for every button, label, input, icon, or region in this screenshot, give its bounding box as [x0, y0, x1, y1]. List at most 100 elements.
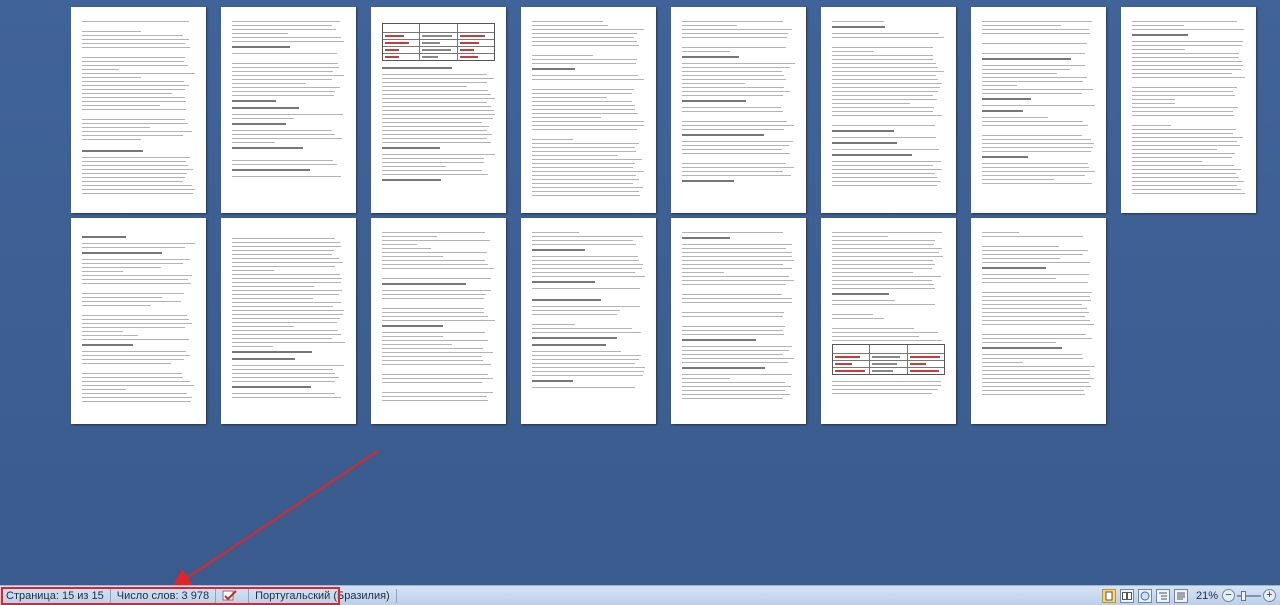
text-line [982, 324, 1094, 325]
page-thumbnail[interactable] [821, 218, 956, 424]
text-line [832, 328, 915, 329]
page-thumbnail[interactable] [521, 7, 656, 213]
zoom-slider[interactable] [1237, 589, 1261, 603]
text-line [232, 346, 273, 347]
text-line [1132, 57, 1240, 58]
page-thumbnail[interactable] [371, 218, 506, 424]
text-line [82, 381, 191, 382]
text-line [982, 286, 1095, 289]
page-table [832, 344, 945, 375]
text-line [82, 401, 191, 402]
text-line [832, 256, 943, 257]
page-thumbnail[interactable] [521, 218, 656, 424]
text-line [982, 129, 1095, 132]
text-line [382, 256, 443, 257]
text-line [982, 378, 1094, 379]
page-thumbnail[interactable] [221, 7, 356, 213]
text-line [832, 332, 939, 333]
print-layout-view-button[interactable] [1101, 588, 1116, 603]
text-line [532, 318, 645, 321]
zoom-out-button[interactable]: − [1222, 589, 1235, 602]
text-line [532, 191, 639, 192]
text-line [982, 338, 1092, 339]
text-line [82, 39, 190, 40]
text-line [982, 386, 1092, 387]
page-thumbnail[interactable] [1121, 7, 1256, 213]
text-line [532, 244, 637, 245]
text-line [82, 43, 186, 44]
page-thumbnail[interactable] [71, 7, 206, 213]
page-thumbnail[interactable] [221, 218, 356, 424]
text-line [382, 364, 491, 365]
text-line [682, 284, 787, 285]
document-workspace[interactable] [0, 0, 1280, 585]
text-line [82, 397, 192, 398]
text-line [382, 294, 487, 295]
outline-view-button[interactable] [1155, 588, 1170, 603]
text-line [232, 342, 345, 343]
text-line [82, 305, 151, 306]
text-line [682, 316, 783, 317]
zoom-slider-thumb[interactable] [1241, 590, 1246, 601]
text-line [532, 249, 585, 251]
text-line [382, 102, 488, 103]
text-line [232, 322, 338, 323]
text-line [682, 334, 785, 335]
text-line [832, 26, 885, 28]
page-thumbnail[interactable] [671, 218, 806, 424]
text-line [532, 89, 635, 90]
web-layout-view-button[interactable] [1137, 588, 1152, 603]
zoom-in-button[interactable]: + [1263, 589, 1276, 602]
text-line [1132, 107, 1239, 108]
text-line [1132, 99, 1176, 100]
text-line [832, 240, 936, 241]
text-line [232, 123, 286, 125]
text-line [382, 114, 495, 115]
full-screen-reading-view-button[interactable] [1119, 588, 1134, 603]
page-thumbnail[interactable] [971, 218, 1106, 424]
text-line [982, 342, 1057, 343]
text-line [532, 125, 645, 126]
text-line [532, 159, 643, 160]
text-line [832, 276, 942, 277]
text-line [82, 189, 195, 190]
text-line [532, 139, 574, 140]
text-line [82, 143, 195, 146]
text-line [982, 240, 1095, 243]
text-line [382, 252, 488, 253]
text-line [382, 78, 494, 79]
text-line [832, 75, 937, 76]
text-line [82, 271, 123, 272]
text-line [832, 260, 934, 261]
text-line [1132, 34, 1188, 36]
text-line [832, 137, 936, 138]
text-line [532, 143, 640, 144]
text-line [682, 129, 784, 130]
text-line [232, 67, 340, 68]
text-line [232, 334, 342, 335]
view-zoom-controls: 21% − + [1100, 586, 1280, 605]
text-line [82, 331, 123, 332]
text-line [82, 185, 192, 186]
page-thumbnail[interactable] [71, 218, 206, 424]
text-line [832, 125, 936, 126]
page-thumbnail[interactable] [371, 7, 506, 213]
page-thumbnail[interactable] [671, 7, 806, 213]
text-line [832, 33, 939, 34]
text-line [1132, 133, 1233, 134]
text-line [382, 312, 485, 313]
text-line [82, 21, 190, 22]
text-line [682, 260, 794, 261]
text-line [832, 41, 945, 44]
text-line [82, 279, 188, 280]
text-line [682, 111, 783, 112]
draft-view-button[interactable] [1173, 588, 1188, 603]
zoom-level-button[interactable]: 21% [1196, 590, 1218, 602]
page-thumbnail[interactable] [821, 7, 956, 213]
text-line [682, 237, 731, 239]
text-line [532, 355, 642, 356]
text-line [832, 103, 910, 104]
text-line [532, 281, 595, 283]
page-thumbnail[interactable] [971, 7, 1106, 213]
text-line [982, 81, 1083, 82]
